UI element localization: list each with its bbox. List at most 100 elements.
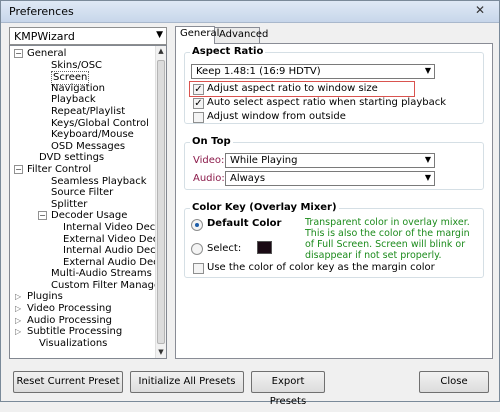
scroll-up-icon[interactable]: ▲ (156, 46, 166, 57)
tree-item-label: Internal Audio Decoder (63, 245, 167, 257)
tree-item[interactable]: DVD settings (10, 152, 156, 164)
color-key-group: Color Key (Overlay Mixer) Default Color … (184, 202, 484, 278)
adjust-aspect-checkbox[interactable]: ✓ (193, 84, 204, 95)
chevron-down-icon: ▼ (424, 155, 431, 164)
audio-label: Audio: (193, 173, 225, 184)
tab-general[interactable]: General (175, 26, 219, 44)
tree-item-label: DVD settings (39, 152, 105, 164)
reset-preset-button[interactable]: Reset Current Preset (13, 371, 123, 393)
tree-item-label: Subtitle Processing (27, 326, 123, 338)
video-ontop-value: While Playing (230, 155, 298, 166)
tree-item[interactable]: Internal Audio Decoder (10, 245, 166, 257)
default-color-label: Default Color (207, 218, 282, 229)
tree-item-label: Multi-Audio Streams (51, 268, 152, 280)
aspect-ratio-select[interactable]: Keep 1.48:1 (16:9 HDTV) ▼ (191, 64, 435, 79)
tree-item-label: Skins/OSC (51, 59, 103, 71)
chevron-down-icon: ▼ (424, 66, 431, 75)
tree-item[interactable]: Internal Video Decoder (10, 222, 166, 234)
tree-item-label: Audio Processing (27, 314, 112, 326)
adjust-aspect-label: Adjust aspect ratio to window size (207, 83, 378, 94)
settings-tree: − General Skins/OSC Screen Navigation Playbac… (9, 45, 167, 359)
initialize-presets-button[interactable]: Initialize All Presets (130, 371, 244, 393)
tree-item[interactable]: Seamless Playback (10, 176, 156, 188)
adjust-window-outside-checkbox[interactable] (193, 112, 204, 123)
tree-item[interactable]: ▷ Audio Processing (10, 315, 156, 327)
tree-item[interactable]: Multi-Audio Streams (10, 268, 156, 280)
tree-item[interactable]: − General (10, 48, 156, 60)
expand-icon[interactable]: ▷ (15, 315, 21, 327)
aspect-ratio-select-value: Keep 1.48:1 (16:9 HDTV) (196, 66, 321, 77)
chevron-down-icon: ▼ (424, 173, 431, 182)
tree-item-label: Source Filter (51, 187, 114, 199)
tree-item[interactable]: ▷ Video Processing (10, 303, 156, 315)
tree-item[interactable]: Navigation (10, 83, 156, 95)
tree-item[interactable]: Skins/OSC (10, 60, 156, 72)
scroll-down-icon[interactable]: ▼ (156, 347, 166, 358)
export-presets-button[interactable]: Export Presets (251, 371, 325, 407)
tree-item[interactable]: Custom Filter Manager (10, 280, 164, 292)
audio-ontop-value: Always (230, 173, 266, 184)
tree-item[interactable]: External Video Decoder (10, 234, 166, 246)
tree-item[interactable]: ▷ Plugins (10, 291, 156, 303)
expand-icon[interactable]: ▷ (15, 326, 21, 338)
close-icon[interactable]: ✕ (467, 4, 493, 19)
expand-icon[interactable]: ▷ (15, 303, 21, 315)
tree-item[interactable]: Splitter (10, 199, 156, 211)
auto-select-aspect-label: Auto select aspect ratio when starting p… (207, 97, 447, 108)
tree-item-label: Video Processing (27, 303, 112, 315)
tree-item-label: Seamless Playback (51, 175, 147, 187)
tree-item[interactable]: Visualizations (10, 338, 156, 350)
collapse-icon[interactable]: − (14, 49, 23, 58)
preset-select-value: KMPWizard (14, 30, 75, 43)
tree-item[interactable]: External Audio Decoder (10, 257, 166, 269)
preset-select[interactable]: KMPWizard ▼ (9, 27, 167, 45)
tree-item-label: Navigation (51, 82, 105, 94)
tree-item[interactable]: − Decoder Usage (10, 210, 156, 222)
on-top-group: On Top Video: While Playing ▼ Audio: Alw… (184, 136, 484, 190)
select-color-radio[interactable] (191, 243, 203, 255)
tree-item-label: OSD Messages (51, 140, 126, 152)
tree-item-label: Plugins (27, 291, 63, 303)
margin-color-label: Use the color of color key as the margin… (207, 262, 435, 273)
tree-item-label: Visualizations (39, 337, 108, 349)
preferences-window: Preferences ✕ KMPWizard ▼ − General Skins/… (0, 0, 500, 407)
color-key-title: Color Key (Overlay Mixer) (190, 202, 339, 213)
tree-item[interactable]: OSD Messages (10, 141, 156, 153)
audio-ontop-select[interactable]: Always ▼ (225, 171, 435, 186)
tree-item[interactable]: Screen (10, 71, 156, 85)
color-swatch[interactable] (257, 241, 272, 254)
video-ontop-select[interactable]: While Playing ▼ (225, 153, 435, 168)
tree-item[interactable]: Source Filter (10, 187, 156, 199)
close-button[interactable]: Close (419, 371, 489, 393)
aspect-ratio-group: Aspect Ratio Keep 1.48:1 (16:9 HDTV) ▼ ✓… (184, 46, 484, 124)
tree-item[interactable]: Keys/Global Control (10, 118, 156, 130)
tree-item-label: Decoder Usage (51, 210, 128, 222)
collapse-icon[interactable]: − (14, 164, 23, 174)
tree-item[interactable]: Repeat/Playlist (10, 106, 156, 118)
tree-item-label: Repeat/Playlist (51, 105, 126, 117)
collapse-icon[interactable]: − (38, 211, 47, 221)
general-tab-panel: Aspect Ratio Keep 1.48:1 (16:9 HDTV) ▼ ✓… (175, 43, 493, 359)
color-key-note: Transparent color in overlay mixer. This… (305, 217, 470, 261)
window-title: Preferences (9, 5, 74, 18)
auto-select-aspect-checkbox[interactable]: ✓ (193, 98, 204, 109)
tree-item[interactable]: Playback (10, 94, 156, 106)
tab-advanced[interactable]: Advanced (214, 27, 268, 43)
tree-item-label: Internal Video Decoder (63, 221, 167, 233)
expand-icon[interactable]: ▷ (15, 291, 21, 303)
title-bar: Preferences ✕ (1, 1, 499, 23)
tree-item[interactable]: ▷ Subtitle Processing (10, 326, 156, 338)
margin-color-checkbox[interactable] (193, 263, 204, 274)
tree-item-label: Custom Filter Manager (51, 279, 165, 291)
scrollbar-thumb[interactable] (157, 60, 165, 344)
adjust-window-outside-label: Adjust window from outside (207, 111, 346, 122)
video-label: Video: (193, 155, 225, 166)
tree-item[interactable]: − Filter Control (10, 164, 156, 176)
tree-item[interactable]: Keyboard/Mouse (10, 129, 156, 141)
tree-item-label: External Video Decoder (63, 233, 166, 245)
select-color-label: Select: (207, 243, 242, 254)
default-color-radio[interactable] (191, 219, 203, 231)
tree-scrollbar[interactable]: ▲ ▼ (155, 46, 166, 358)
tree-item-label: External Audio Decoder (63, 256, 166, 268)
tree-item-label: Keyboard/Mouse (51, 129, 134, 141)
